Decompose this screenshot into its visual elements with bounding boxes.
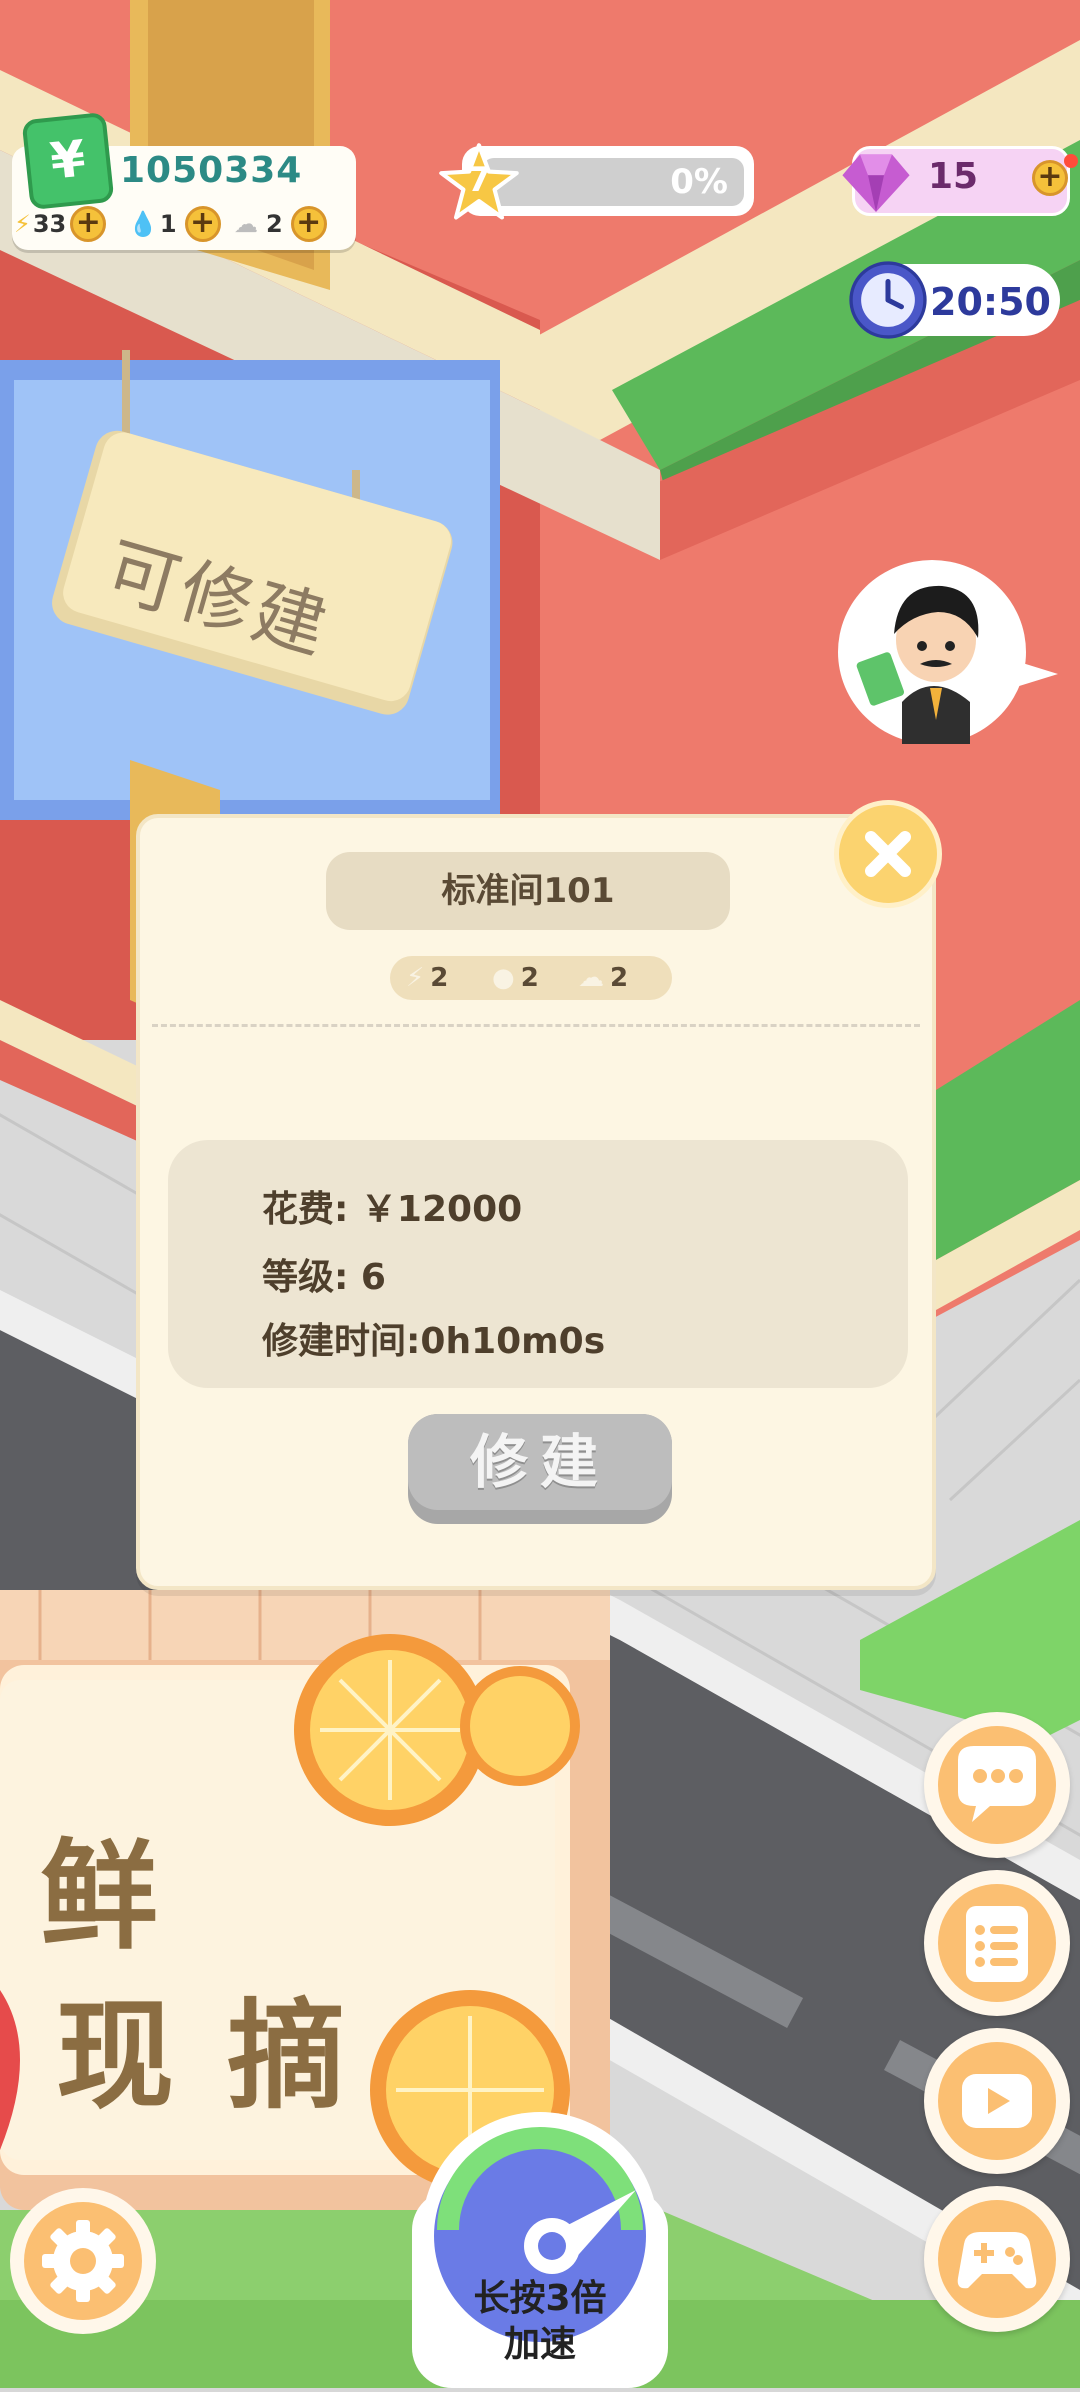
cloud-resource: ☁ 2 + (234, 204, 327, 244)
energy-resource: ⚡ 33 + (14, 204, 107, 244)
clock-icon (849, 261, 927, 339)
dialog-title: 标准间101 (326, 852, 730, 930)
lightning-icon: ⚡ (14, 210, 31, 238)
stat-cloud: ☁ 2 (578, 956, 628, 1000)
cloud-icon: ☁ (234, 210, 258, 238)
npc-advisor-button[interactable] (838, 560, 1026, 744)
water-drop-icon: ● (492, 963, 515, 993)
stat-energy-value: 2 (430, 963, 449, 993)
player-level: 7 (467, 160, 491, 200)
task-list-icon (966, 1906, 1028, 1982)
tasks-button[interactable] (924, 1870, 1070, 2016)
shop-sign-line1: 鲜 (40, 1827, 159, 1965)
money-amount: 1050334 (120, 150, 303, 191)
water-value: 1 (159, 210, 177, 238)
stat-cloud-value: 2 (610, 963, 629, 993)
notification-dot (1064, 154, 1078, 168)
stat-water: ● 2 (492, 956, 539, 1000)
lightning-icon: ⚡ (406, 963, 425, 993)
timer-value: 20:50 (930, 280, 1051, 324)
experience-percent: 0% (670, 162, 728, 202)
speed-up-label: 长按3倍 加速 (412, 2276, 668, 2368)
water-drop-icon: 💧 (128, 210, 158, 238)
shop-sign-line2: 现 摘 (56, 1987, 352, 2125)
build-button[interactable]: 修建 (408, 1414, 672, 1510)
games-button[interactable] (924, 2186, 1070, 2332)
gem-amount: 15 (928, 156, 979, 197)
gear-icon (42, 2220, 124, 2302)
build-level: 等级: 6 (262, 1257, 386, 1298)
gamepad-icon (957, 2232, 1037, 2289)
add-gems-button[interactable]: + (1032, 160, 1068, 196)
settings-button[interactable] (10, 2188, 156, 2334)
build-time: 修建时间:0h10m0s (262, 1321, 606, 1362)
add-energy-button[interactable]: + (70, 206, 107, 242)
experience-track: 0% (482, 158, 744, 206)
chat-bubble-icon (958, 1746, 1036, 1822)
stat-energy: ⚡ 2 (406, 956, 448, 1000)
water-resource: 💧 1 + (128, 204, 221, 244)
businessman-npc-icon (856, 585, 979, 744)
cloud-icon: ☁ (578, 963, 604, 993)
gem-icon (842, 154, 910, 212)
add-water-button[interactable]: + (184, 206, 221, 242)
speed-up-line1: 长按3倍 (473, 2278, 607, 2319)
stat-water-value: 2 (520, 963, 539, 993)
video-play-icon (962, 2074, 1032, 2128)
close-dialog-button[interactable] (834, 800, 942, 908)
chat-button[interactable] (924, 1712, 1070, 1858)
dialog-divider (152, 1024, 920, 1027)
build-cost: 花费: ￥12000 (262, 1189, 523, 1230)
close-icon (865, 831, 911, 877)
cloud-value: 2 (266, 210, 283, 238)
add-cloud-button[interactable]: + (290, 206, 327, 242)
video-button[interactable] (924, 2028, 1070, 2174)
energy-value: 33 (32, 210, 67, 238)
yuan-banknote-icon: ¥ (21, 111, 115, 211)
speed-up-line2: 加速 (503, 2324, 576, 2365)
